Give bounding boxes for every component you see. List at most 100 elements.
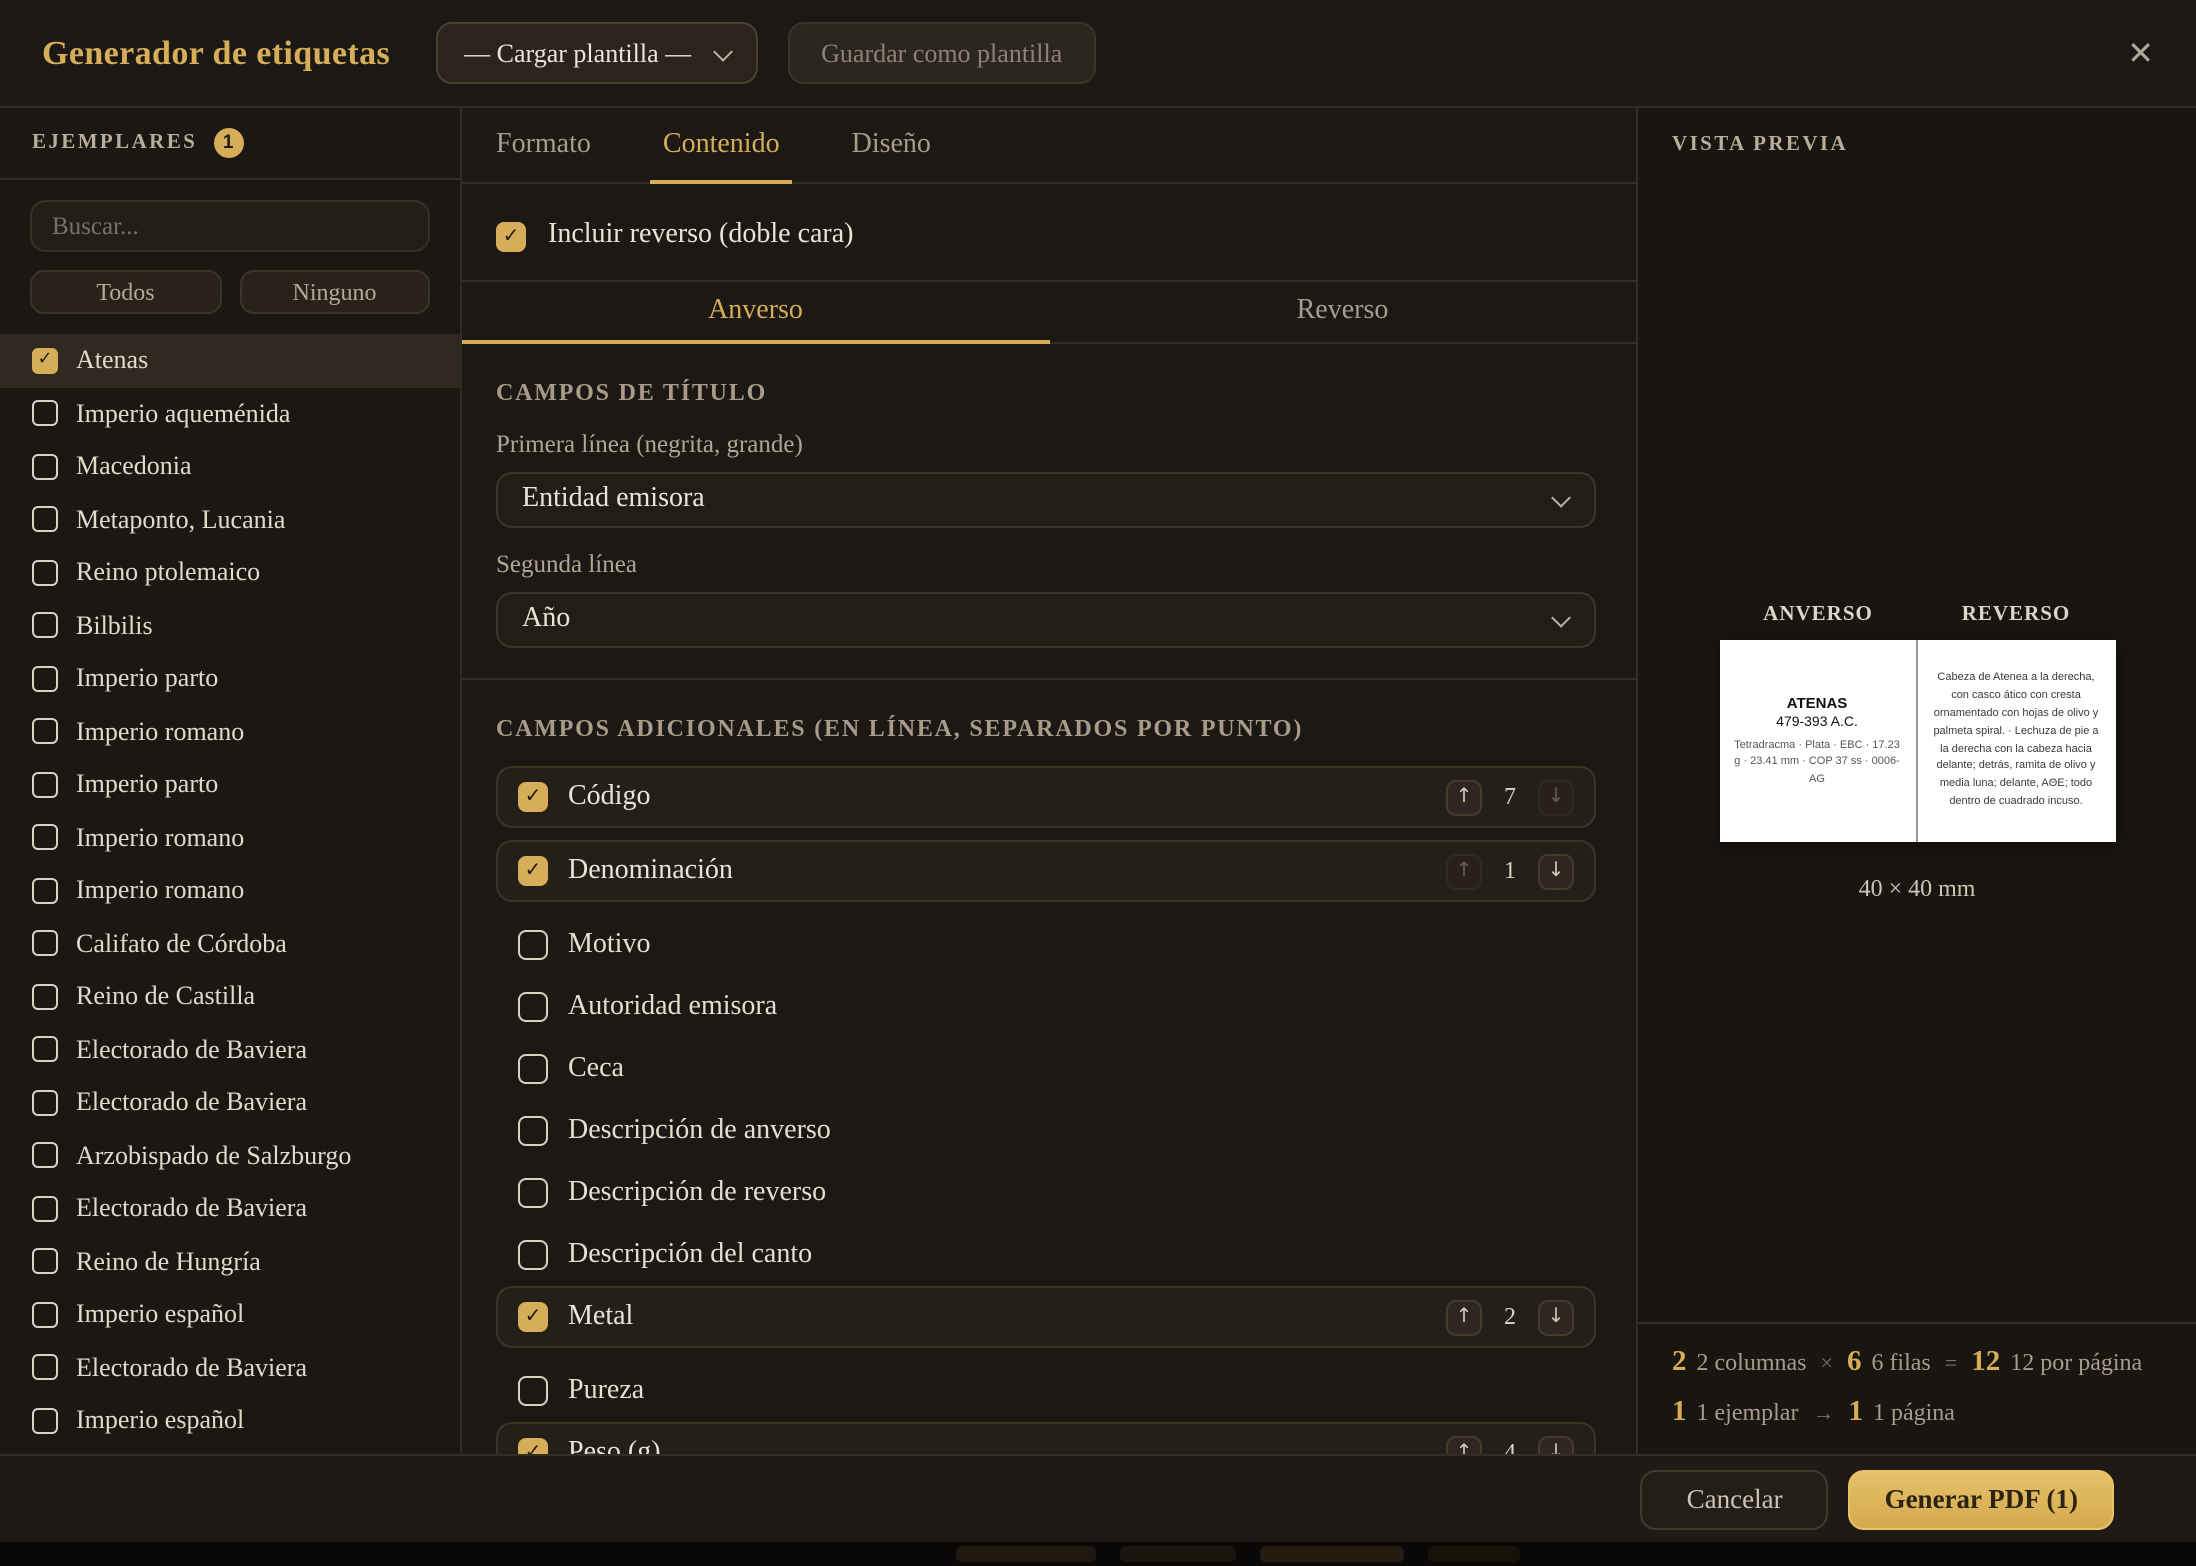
- checkbox[interactable]: [32, 825, 58, 851]
- list-item-label: Reino de Castilla: [76, 981, 255, 1013]
- move-up-button[interactable]: ↑: [1446, 1299, 1482, 1335]
- tab-anverso[interactable]: Anverso: [462, 282, 1049, 342]
- checkbox[interactable]: [32, 1196, 58, 1222]
- checkbox[interactable]: [518, 1054, 548, 1084]
- list-item[interactable]: Atenas: [0, 334, 460, 387]
- list-item[interactable]: Electorado de Baviera: [0, 1341, 460, 1394]
- list-item[interactable]: Electorado de Baviera: [0, 1076, 460, 1129]
- label-generator-modal: Generador de etiquetas — Cargar plantill…: [0, 0, 2196, 1566]
- checkbox[interactable]: [32, 1302, 58, 1328]
- list-item[interactable]: Reino ptolemaico: [0, 546, 460, 599]
- checkbox[interactable]: [518, 782, 548, 812]
- search-input[interactable]: [30, 200, 430, 252]
- list-item-label: Imperio romano: [76, 875, 244, 907]
- checkbox[interactable]: [32, 984, 58, 1010]
- count-badge: 1: [213, 128, 243, 158]
- second-line-select[interactable]: Año: [496, 592, 1596, 648]
- save-template-button[interactable]: Guardar como plantilla: [787, 22, 1096, 84]
- list-item[interactable]: Imperio parto: [0, 758, 460, 811]
- field-row: Metal↑2↓: [496, 1286, 1596, 1348]
- list-item[interactable]: Imperio español: [0, 1394, 460, 1447]
- checkbox[interactable]: [518, 1438, 548, 1454]
- list-item[interactable]: Reino de Hungría: [0, 1235, 460, 1288]
- checkbox[interactable]: [32, 878, 58, 904]
- checkbox[interactable]: [32, 613, 58, 639]
- close-icon[interactable]: ✕: [2127, 34, 2154, 72]
- checkbox[interactable]: [518, 1116, 548, 1146]
- checkbox[interactable]: [518, 1240, 548, 1270]
- list-item-label: Electorado de Baviera: [76, 1087, 307, 1119]
- generate-pdf-button[interactable]: Generar PDF (1): [1849, 1469, 2114, 1529]
- cancel-button[interactable]: Cancelar: [1641, 1469, 1829, 1529]
- checkbox[interactable]: [32, 1037, 58, 1063]
- list-item[interactable]: Imperio romano: [0, 811, 460, 864]
- checkbox[interactable]: [32, 560, 58, 586]
- load-template-select[interactable]: — Cargar plantilla —: [436, 22, 757, 84]
- list-item[interactable]: Arzobispado de Salzburgo: [0, 1129, 460, 1182]
- checkbox[interactable]: [496, 221, 526, 251]
- title-fields-heading: CAMPOS DE TÍTULO: [496, 378, 1596, 408]
- move-up-button[interactable]: ↑: [1446, 853, 1482, 889]
- move-up-button[interactable]: ↑: [1446, 779, 1482, 815]
- checkbox[interactable]: [32, 719, 58, 745]
- checkbox[interactable]: [32, 401, 58, 427]
- second-line-label: Segunda línea: [496, 550, 1596, 580]
- front-card-details: Tetradracma · Plata · EBC · 17.23 g · 23…: [1731, 737, 1903, 788]
- checkbox[interactable]: [518, 930, 548, 960]
- select-none-button[interactable]: Ninguno: [239, 270, 430, 314]
- first-line-select[interactable]: Entidad emisora: [496, 472, 1596, 528]
- checkbox[interactable]: [518, 856, 548, 886]
- checkbox[interactable]: [518, 1302, 548, 1332]
- checkbox[interactable]: [32, 454, 58, 480]
- tab-diseno[interactable]: Diseño: [852, 108, 931, 182]
- list-item[interactable]: Imperio romano: [0, 864, 460, 917]
- move-down-button[interactable]: ↓: [1538, 1299, 1574, 1335]
- checkbox[interactable]: [32, 507, 58, 533]
- list-item[interactable]: Macedonia: [0, 440, 460, 493]
- chevron-down-icon: [1551, 608, 1571, 628]
- anverso-label: ANVERSO: [1719, 604, 1917, 626]
- background-fragment: [956, 1546, 1096, 1562]
- list-item[interactable]: Imperio aqueménida: [0, 387, 460, 440]
- list-item[interactable]: Imperio español: [0, 1288, 460, 1341]
- move-down-button[interactable]: ↓: [1538, 1435, 1574, 1454]
- list-item[interactable]: Bilbilis: [0, 599, 460, 652]
- list-item[interactable]: Imperio parto: [0, 652, 460, 705]
- checkbox[interactable]: [518, 1376, 548, 1406]
- list-item[interactable]: Metaponto, Lucania: [0, 493, 460, 546]
- list-item[interactable]: Electorado de Baviera: [0, 1023, 460, 1076]
- checkbox[interactable]: [32, 348, 58, 374]
- pages-count: 1: [1848, 1396, 1863, 1430]
- tab-reverso[interactable]: Reverso: [1049, 282, 1636, 342]
- checkbox[interactable]: [32, 931, 58, 957]
- field-label: Metal: [568, 1301, 633, 1333]
- list-item-label: Electorado de Baviera: [76, 1352, 307, 1384]
- include-reverse-row[interactable]: Incluir reverso (doble cara): [496, 210, 1596, 262]
- checkbox[interactable]: [32, 666, 58, 692]
- checkbox[interactable]: [518, 1178, 548, 1208]
- checkbox[interactable]: [32, 1090, 58, 1116]
- checkbox[interactable]: [518, 992, 548, 1022]
- fields-list: Código↑7↓Denominación↑1↓MotivoAutoridad …: [496, 766, 1596, 1454]
- list-item[interactable]: Califato de Córdoba: [0, 917, 460, 970]
- second-line-value: Año: [522, 604, 570, 636]
- tab-formato[interactable]: Formato: [496, 108, 591, 182]
- tab-contenido[interactable]: Contenido: [663, 108, 780, 182]
- checkbox[interactable]: [32, 1249, 58, 1275]
- checkbox[interactable]: [32, 772, 58, 798]
- field-row: Pureza: [496, 1360, 1596, 1422]
- checkbox[interactable]: [32, 1355, 58, 1381]
- list-item[interactable]: Reino de Castilla: [0, 970, 460, 1023]
- list-item[interactable]: Electorado de Baviera: [0, 1182, 460, 1235]
- field-label: Pureza: [568, 1375, 644, 1407]
- preview-panel: VISTA PREVIA ANVERSO REVERSO ATENAS 479-…: [1638, 108, 2196, 1454]
- move-up-button[interactable]: ↑: [1446, 1435, 1482, 1454]
- select-all-button[interactable]: Todos: [30, 270, 221, 314]
- move-down-button[interactable]: ↓: [1538, 853, 1574, 889]
- reverso-label: REVERSO: [1917, 604, 2115, 626]
- checkbox[interactable]: [32, 1408, 58, 1434]
- list-item[interactable]: Imperio romano: [0, 705, 460, 758]
- checkbox[interactable]: [32, 1143, 58, 1169]
- arrow-icon: →: [1812, 1402, 1834, 1426]
- move-down-button[interactable]: ↓: [1538, 779, 1574, 815]
